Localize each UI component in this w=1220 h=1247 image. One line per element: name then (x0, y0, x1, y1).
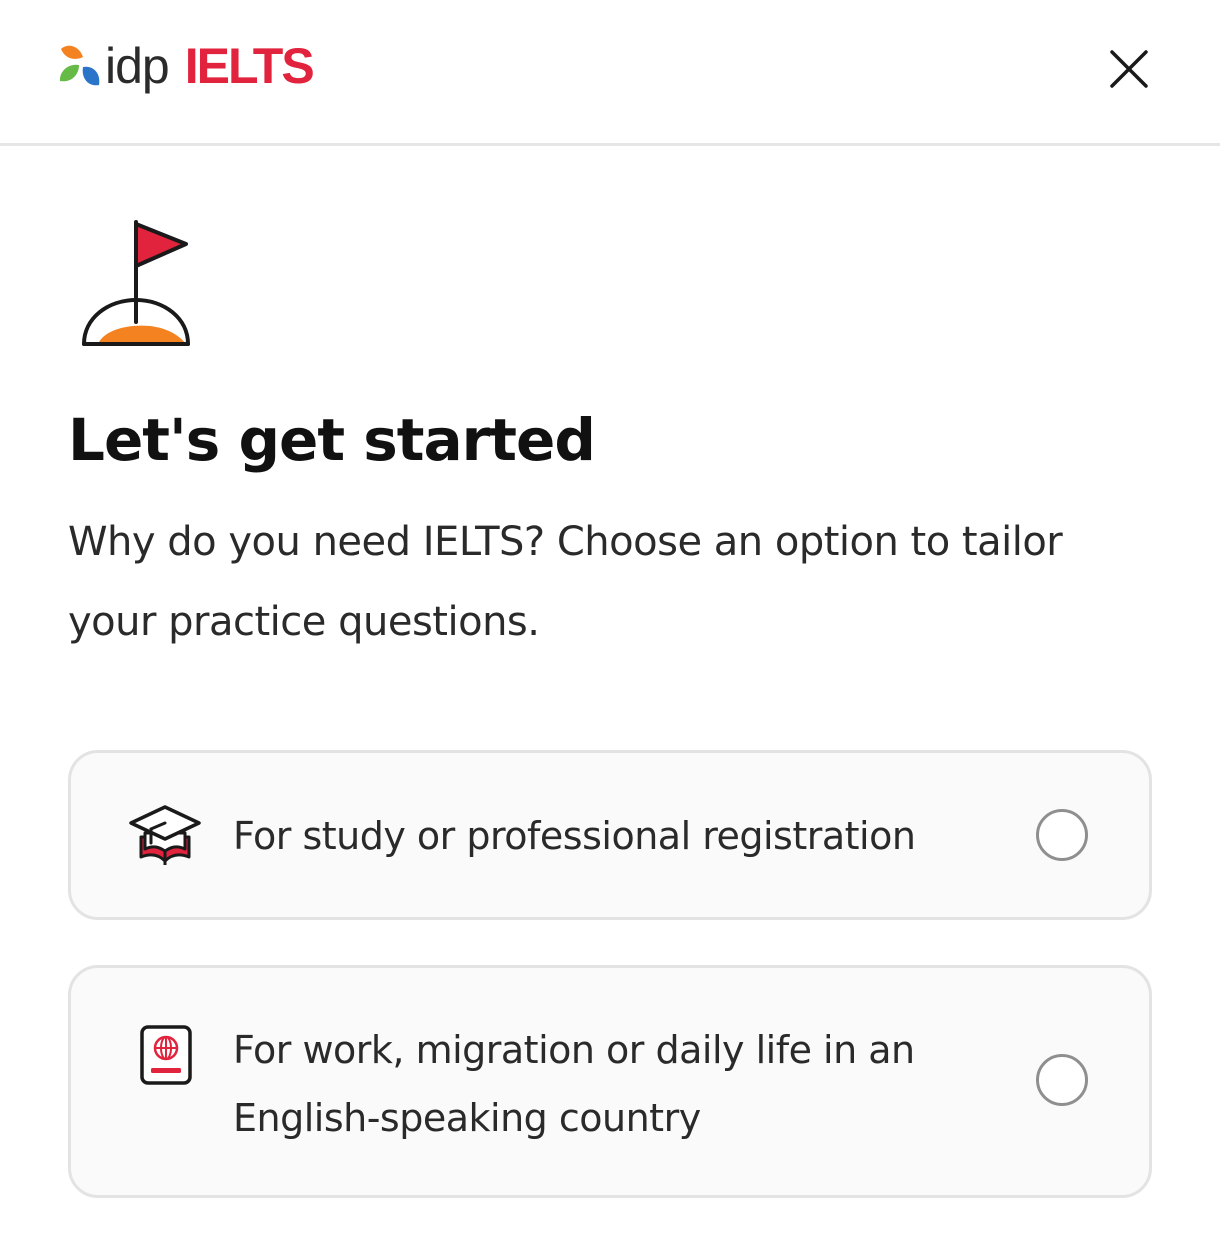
idp-ielts-logo[interactable]: idp IELTS (57, 36, 315, 96)
graduation-cap-icon (129, 805, 201, 865)
idp-logo-mark-icon (59, 45, 100, 86)
page-subtitle: Why do you need IELTS? Choose an option … (68, 519, 1063, 645)
close-icon (1110, 50, 1148, 88)
ielts-wordmark: IELTS (184, 38, 315, 94)
option-work-card[interactable]: For work, migration or daily life in an … (68, 965, 1152, 1198)
option-study-radio[interactable] (1036, 809, 1088, 861)
idp-wordmark: idp (105, 38, 170, 94)
flag-in-hole-icon (82, 220, 190, 346)
app-header: idp IELTS (0, 0, 1220, 146)
close-button[interactable] (1100, 40, 1158, 98)
page-title: Let's get started (68, 406, 596, 474)
option-work-radio[interactable] (1036, 1054, 1088, 1106)
option-study-label: For study or professional registration (233, 814, 916, 858)
option-work-label: For work, migration or daily life in an … (233, 1028, 915, 1140)
passport-icon (140, 1025, 192, 1085)
option-study-card[interactable]: For study or professional registration (68, 750, 1152, 920)
